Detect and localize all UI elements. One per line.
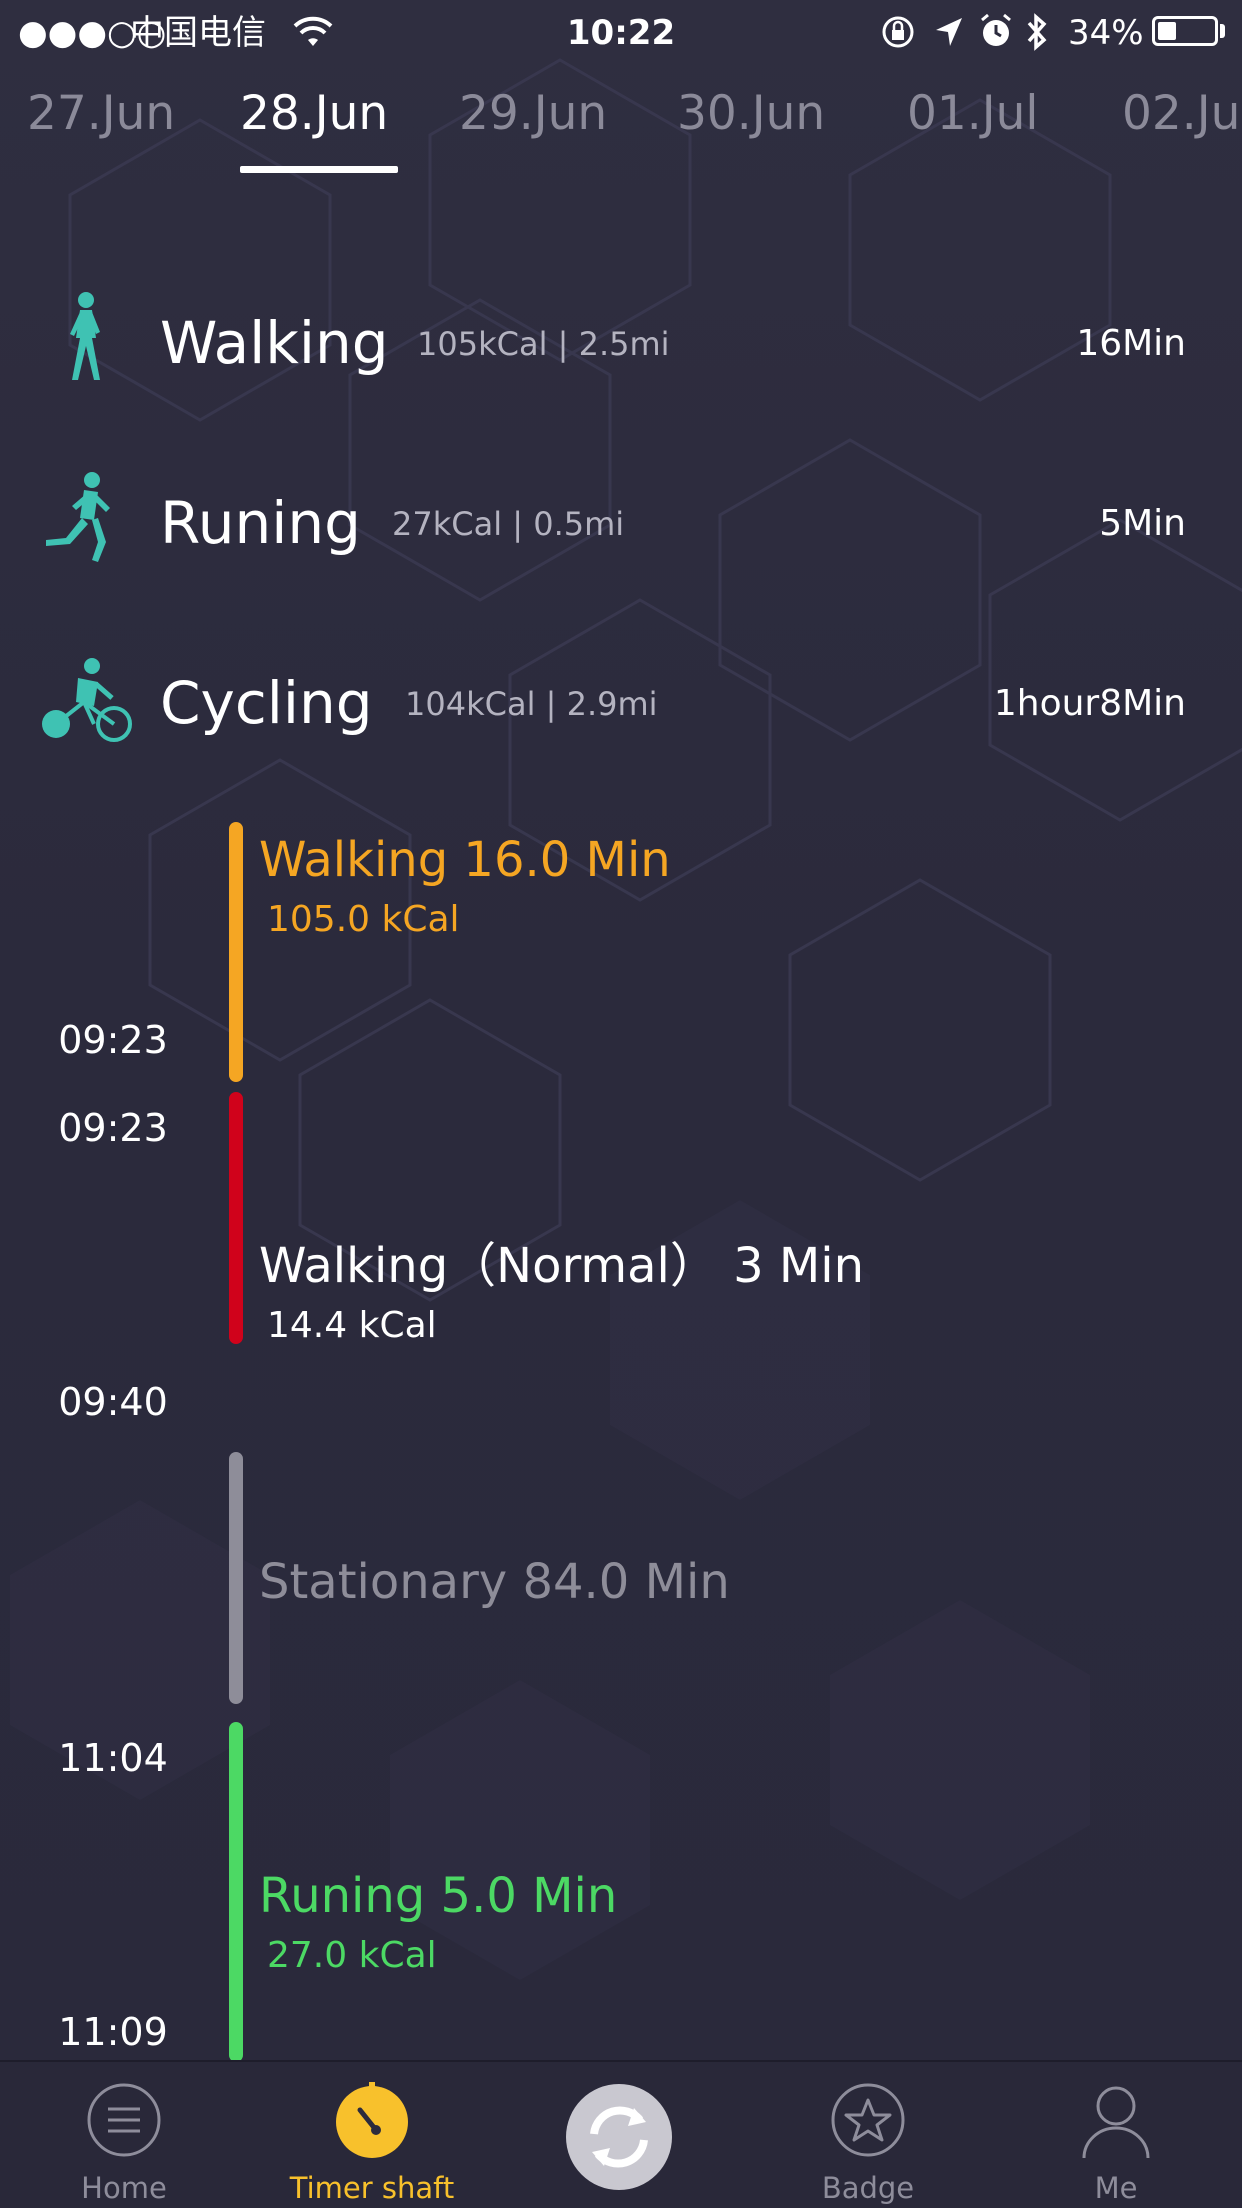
tab-badge[interactable]: Badge — [744, 2062, 992, 2208]
tab-badge-label: Badge — [821, 2171, 915, 2205]
alarm-icon — [981, 13, 1011, 46]
timeline-bar-running — [229, 1722, 243, 2062]
timeline-time-start: 09:23 — [58, 1106, 168, 1150]
activity-duration: 1hour8Min — [993, 683, 1186, 724]
timeline-title-running[interactable]: Runing 5.0 Min — [259, 1866, 617, 1926]
cycling-icon — [42, 658, 132, 742]
running-icon — [46, 472, 110, 562]
date-tab-28-jun[interactable]: 28.Jun — [240, 84, 388, 144]
battery-icon — [1152, 16, 1218, 46]
timeline-time-end: 09:23 — [58, 1018, 168, 1062]
tab-timer-shaft[interactable]: Timer shaft — [248, 2062, 496, 2208]
location-arrow-icon — [936, 18, 962, 46]
battery-fill — [1158, 22, 1176, 40]
timeline-title-walking[interactable]: Walking 16.0 Min — [259, 830, 671, 890]
timeline-bar-stationary — [229, 1452, 243, 1704]
date-tab-30-jun[interactable]: 30.Jun — [677, 84, 825, 144]
battery-tip — [1220, 24, 1225, 38]
tab-me-label: Me — [1094, 2171, 1138, 2205]
timeline-kcal-walking: 105.0 kCal — [267, 899, 460, 940]
bluetooth-icon — [1027, 13, 1047, 51]
tab-home[interactable]: Home — [0, 2062, 248, 2208]
activity-name: Cycling — [160, 669, 373, 737]
date-tab-02-jul[interactable]: 02.Ju — [1122, 84, 1240, 144]
activity-duration: 5Min — [1099, 503, 1186, 544]
date-tab-27-jun[interactable]: 27.Jun — [27, 84, 175, 144]
timeline-kcal-running: 27.0 kCal — [267, 1935, 437, 1976]
walking-icon — [70, 292, 100, 380]
person-icon — [1082, 2086, 1150, 2158]
date-tab-29-jun[interactable]: 29.Jun — [459, 84, 607, 144]
summary-row-walking[interactable]: Walking 105kCal | 2.5mi 16Min — [0, 278, 1242, 408]
active-date-indicator — [240, 166, 398, 173]
activity-stats: 105kCal | 2.5mi — [417, 325, 670, 363]
screen: ●●●○○ 中国电信 10:22 34% 27.Jun 28.Jun 29.Ju… — [0, 0, 1242, 2208]
timeline-title-walking-normal[interactable]: Walking（Normal） 3 Min — [259, 1236, 864, 1296]
summary-row-running[interactable]: Runing 27kCal | 0.5mi 5Min — [0, 458, 1242, 588]
activity-stats: 27kCal | 0.5mi — [392, 505, 625, 543]
timeline-time-end: 09:40 — [58, 1380, 168, 1424]
timer-icon — [336, 2082, 408, 2158]
sync-icon — [566, 2084, 672, 2190]
star-badge-icon — [831, 2083, 905, 2157]
timeline: Walking 16.0 Min 105.0 kCal 09:23 09:23 … — [0, 810, 1242, 2062]
activity-duration: 16Min — [1076, 323, 1186, 364]
battery-percent: 34% — [1068, 13, 1144, 53]
tab-me[interactable]: Me — [992, 2062, 1242, 2208]
timeline-time-end: 11:09 — [58, 2010, 168, 2054]
clock-time: 10:22 — [566, 13, 676, 53]
activity-name: Walking — [160, 309, 389, 377]
timeline-kcal-walking-normal: 14.4 kCal — [267, 1305, 437, 1346]
activity-stats: 104kCal | 2.9mi — [405, 685, 658, 723]
tab-timer-shaft-label: Timer shaft — [289, 2171, 455, 2205]
menu-icon — [87, 2083, 161, 2157]
summary-row-cycling[interactable]: Cycling 104kCal | 2.9mi 1hour8Min — [0, 638, 1242, 768]
timeline-bar-walking — [229, 822, 243, 1082]
timeline-time-start: 11:04 — [58, 1736, 168, 1780]
orientation-lock-icon — [882, 16, 914, 48]
timeline-title-stationary[interactable]: Stationary 84.0 Min — [259, 1552, 730, 1612]
timeline-bar-walking-normal — [229, 1092, 243, 1344]
activity-name: Runing — [160, 489, 361, 557]
tab-home-label: Home — [81, 2171, 167, 2205]
tab-sync[interactable] — [496, 2062, 744, 2208]
date-tab-01-jul[interactable]: 01.Jul — [907, 84, 1038, 144]
bottom-tab-bar: Home Timer shaft Badge Me — [0, 2060, 1242, 2208]
